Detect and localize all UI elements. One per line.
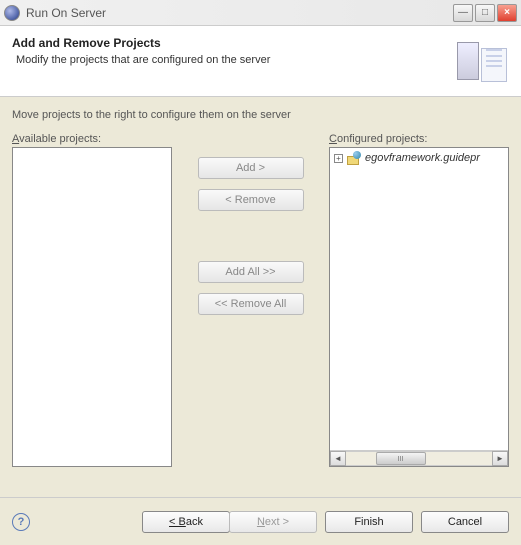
add-all-button[interactable]: Add All >> <box>198 261 304 283</box>
remove-all-button[interactable]: << Remove All <box>198 293 304 315</box>
back-button[interactable]: < Back <box>142 511 230 533</box>
title-bar[interactable]: Run On Server — □ × <box>0 0 521 26</box>
scroll-right-button[interactable]: ► <box>492 451 508 466</box>
configured-projects-list[interactable]: + egovframework.guidepr ◄ ► <box>329 147 509 467</box>
project-name: egovframework.guidepr <box>365 152 480 164</box>
finish-button[interactable]: Finish <box>325 511 413 533</box>
web-project-icon <box>347 151 361 165</box>
available-label: Available projects: <box>12 133 172 145</box>
available-projects-list[interactable] <box>12 147 172 467</box>
cancel-button[interactable]: Cancel <box>421 511 509 533</box>
page-subtitle: Modify the projects that are configured … <box>12 54 453 66</box>
maximize-button[interactable]: □ <box>475 4 495 22</box>
configured-label: Configured projects: <box>329 133 509 145</box>
wizard-banner-icon <box>453 36 509 86</box>
app-icon <box>4 5 20 21</box>
next-button: Next > <box>229 511 317 533</box>
help-icon[interactable]: ? <box>12 513 30 531</box>
scroll-thumb[interactable] <box>376 452 426 465</box>
wizard-footer: ? < Back Next > Finish Cancel <box>0 497 521 545</box>
minimize-button[interactable]: — <box>453 4 473 22</box>
scroll-left-button[interactable]: ◄ <box>330 451 346 466</box>
add-button[interactable]: Add > <box>198 157 304 179</box>
horizontal-scrollbar[interactable]: ◄ ► <box>330 450 508 466</box>
wizard-header: Add and Remove Projects Modify the proje… <box>0 26 521 97</box>
instruction-text: Move projects to the right to configure … <box>12 109 509 121</box>
window-title: Run On Server <box>26 6 451 20</box>
content-area: Move projects to the right to configure … <box>0 97 521 479</box>
expand-icon[interactable]: + <box>334 154 343 163</box>
list-item[interactable]: + egovframework.guidepr <box>330 148 508 168</box>
page-title: Add and Remove Projects <box>12 36 453 50</box>
close-button[interactable]: × <box>497 4 517 22</box>
remove-button[interactable]: < Remove <box>198 189 304 211</box>
scroll-track[interactable] <box>346 451 492 466</box>
